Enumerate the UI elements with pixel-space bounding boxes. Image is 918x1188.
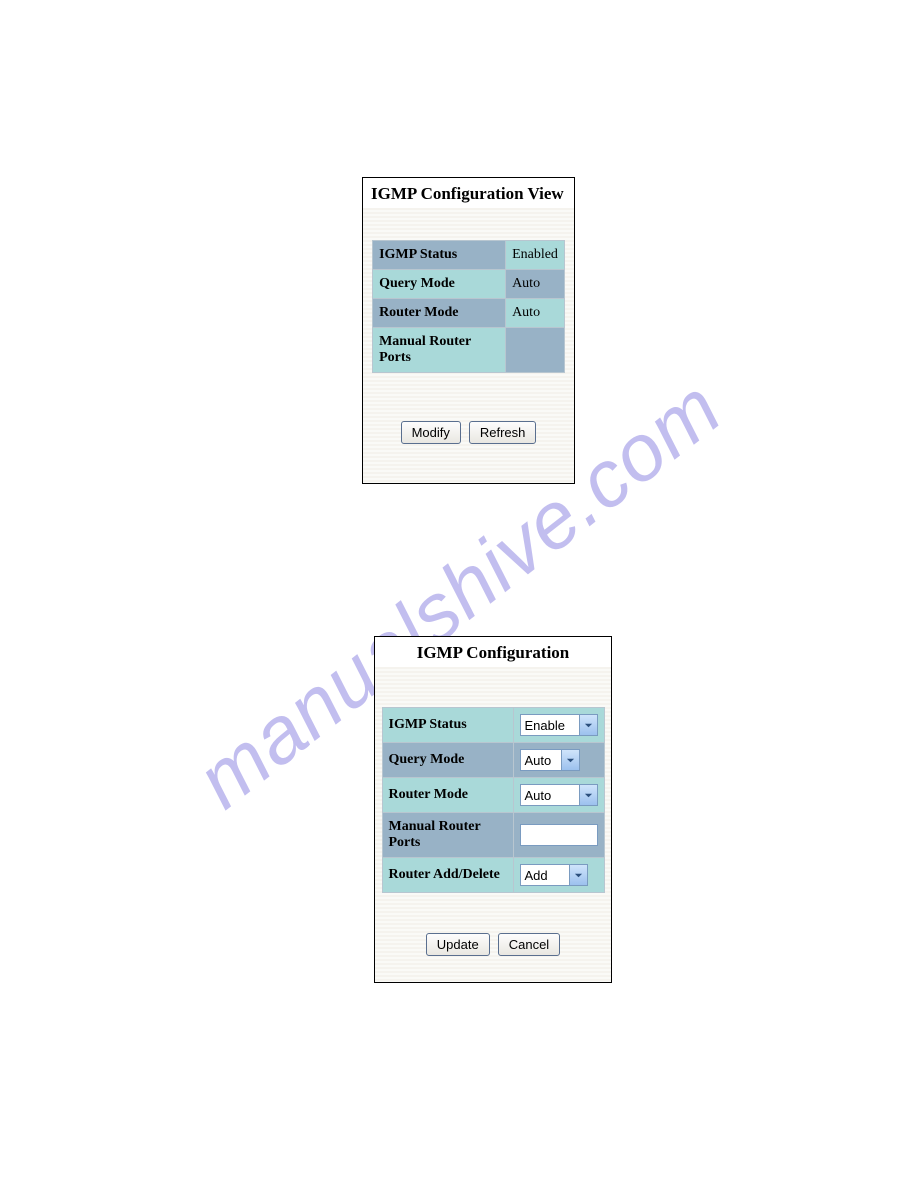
igmp-config-panel: IGMP Configuration IGMP Status Enable [374,636,612,983]
router-add-delete-select-value: Add [525,868,565,883]
table-row: Manual Router Ports [383,813,604,857]
table-row: Router Mode Auto [383,778,604,812]
chevron-down-icon [579,715,597,735]
manual-router-ports-input[interactable] [520,824,598,846]
manual-router-ports-value [506,328,564,372]
chevron-down-icon [569,865,587,885]
igmp-status-label: IGMP Status [383,708,513,742]
router-mode-select[interactable]: Auto [520,784,598,806]
spacer [375,667,611,707]
chevron-down-icon [579,785,597,805]
query-mode-label: Query Mode [383,743,513,777]
query-mode-label: Query Mode [373,270,505,298]
table-row: Query Mode Auto [373,270,564,298]
cancel-button[interactable]: Cancel [498,933,560,956]
igmp-status-select[interactable]: Enable [520,714,598,736]
igmp-config-button-row: Update Cancel [375,893,611,966]
document-page: manualshive.com IGMP Configuration View … [0,0,918,1188]
router-mode-label: Router Mode [383,778,513,812]
modify-button[interactable]: Modify [401,421,461,444]
query-mode-cell: Auto [514,743,604,777]
igmp-status-value: Enabled [506,241,564,269]
query-mode-value: Auto [506,270,564,298]
igmp-config-title: IGMP Configuration [375,637,611,667]
table-row: Router Add/Delete Add [383,858,604,892]
igmp-view-button-row: Modify Refresh [363,373,574,454]
spacer [363,208,574,240]
igmp-config-body: IGMP Status Enable Query Mode [375,667,611,982]
igmp-status-label: IGMP Status [373,241,505,269]
igmp-config-table: IGMP Status Enable Query Mode [382,707,605,893]
igmp-config-view-panel: IGMP Configuration View IGMP Status Enab… [362,177,575,484]
igmp-status-select-value: Enable [525,718,575,733]
chevron-down-icon [561,750,579,770]
query-mode-select-value: Auto [525,753,557,768]
table-row: IGMP Status Enabled [373,241,564,269]
router-mode-cell: Auto [514,778,604,812]
table-row: IGMP Status Enable [383,708,604,742]
table-row: Manual Router Ports [373,328,564,372]
table-row: Query Mode Auto [383,743,604,777]
manual-router-ports-label: Manual Router Ports [373,328,505,372]
query-mode-select[interactable]: Auto [520,749,580,771]
router-add-delete-cell: Add [514,858,604,892]
igmp-config-view-table: IGMP Status Enabled Query Mode Auto Rout… [372,240,565,373]
router-mode-select-value: Auto [525,788,575,803]
router-mode-label: Router Mode [373,299,505,327]
router-add-delete-select[interactable]: Add [520,864,588,886]
igmp-config-view-body: IGMP Status Enabled Query Mode Auto Rout… [363,208,574,483]
igmp-config-view-title: IGMP Configuration View [363,178,574,208]
igmp-status-cell: Enable [514,708,604,742]
manual-router-ports-cell [514,813,604,857]
router-add-delete-label: Router Add/Delete [383,858,513,892]
router-mode-value: Auto [506,299,564,327]
manual-router-ports-label: Manual Router Ports [383,813,513,857]
refresh-button[interactable]: Refresh [469,421,537,444]
update-button[interactable]: Update [426,933,490,956]
table-row: Router Mode Auto [373,299,564,327]
